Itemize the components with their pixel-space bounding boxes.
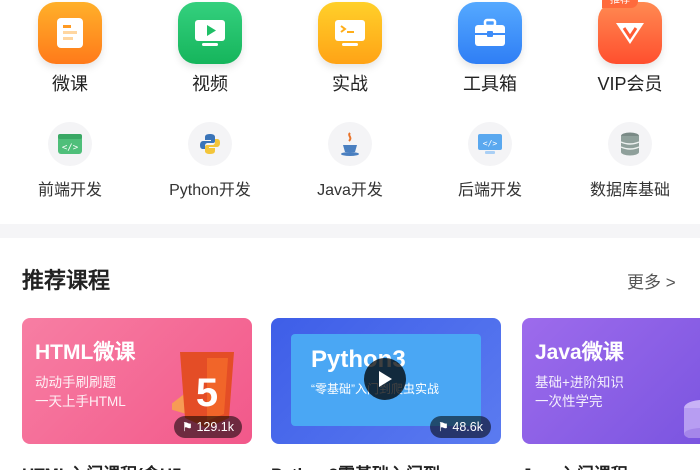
category-label: Python开发 [169,182,251,199]
section-divider [0,224,700,238]
recommend-badge: 推荐 [602,0,638,8]
java-cup-icon [684,400,700,438]
course-caption[interactable]: Java入门课程 [522,460,628,470]
category-label: 前端开发 [37,182,102,199]
view-count-badge: ⚑ 129.1k [173,416,242,438]
svg-text:</>: </> [62,143,79,153]
course-card-python[interactable]: Python3 “零基础”入门到爬虫实战 ⚑ 48.6k [271,318,501,444]
category-label: 数据库基础 [589,182,670,199]
java-icon [328,122,372,166]
backend-monitor-icon: </> [468,122,512,166]
card-subtitle: 基础+进阶知识 一次性学完 [535,375,624,409]
database-icon [608,122,652,166]
course-card-java[interactable]: Java微课 基础+进阶知识 一次性学完 [522,318,700,444]
feature-label: 视频 [192,74,228,94]
category-label: Java开发 [317,182,383,199]
python-icon [188,122,232,166]
frontend-code-icon: </> [48,122,92,166]
feature-label: 实战 [332,74,368,94]
feature-label: VIP会员 [597,74,663,94]
view-count: 48.6k [452,420,483,434]
video-icon [178,2,242,64]
course-caption[interactable]: Python3零基础入门到 [271,460,440,470]
terminal-icon [318,2,382,64]
view-count: 129.1k [196,420,234,434]
toolbox-icon [458,2,522,64]
card-title: HTML微课 [35,341,136,364]
course-card-html[interactable]: HTML微课 动动手刷刷题 一天上手HTML 5 ⚑ 129.1k [22,318,252,444]
view-count-badge: ⚑ 48.6k [429,416,491,438]
section-title: 推荐课程 [22,268,111,293]
more-link[interactable]: 更多 > [627,268,676,293]
svg-text:5: 5 [196,371,218,415]
play-button-icon[interactable] [364,358,406,400]
category-label: 后端开发 [457,182,522,199]
course-caption[interactable]: HTML入门课程(含H5 [22,460,182,470]
category-row: </> 前端开发 Python开发 Java开发 </> 后端开发 数据库基础 [0,118,700,210]
vip-icon [598,2,662,64]
feature-label: 工具箱 [463,74,517,94]
card-subtitle: 动动手刷刷题 一天上手HTML [35,375,126,409]
card-title: Java微课 [535,341,624,364]
main-feature-row: 微课 视频 实战 工具箱 推荐 VIP会员 [0,0,700,105]
micro-course-icon [38,2,102,64]
feature-label: 微课 [52,74,88,94]
svg-text:</>: </> [483,139,498,148]
